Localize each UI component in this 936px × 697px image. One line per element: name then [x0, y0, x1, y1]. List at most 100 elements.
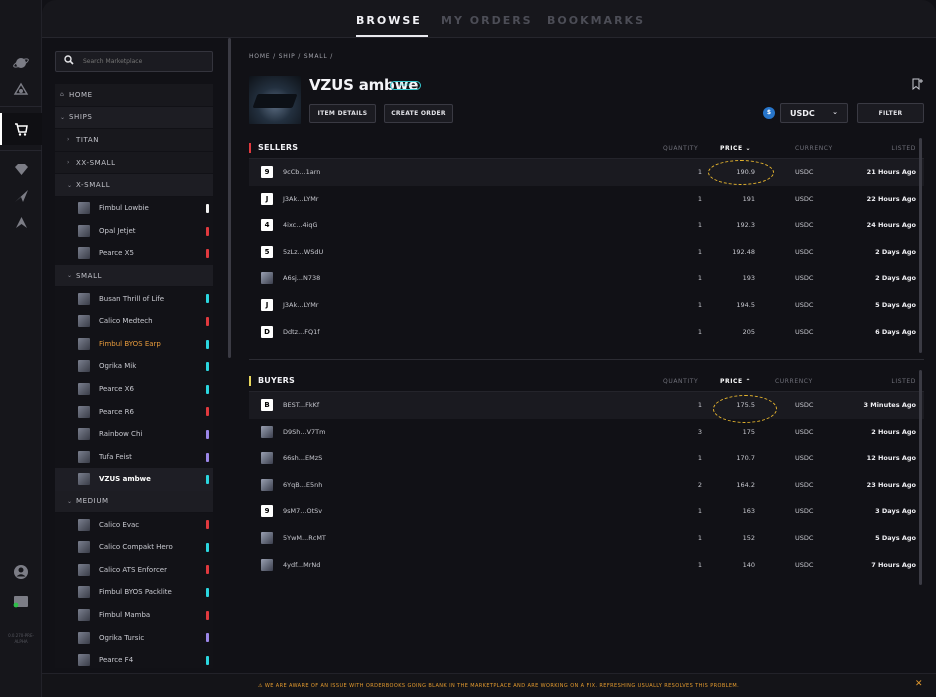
order-row[interactable]: J J3Ak...LYMr 1 194.5 USDC 5 Days Ago	[249, 292, 924, 319]
filter-button[interactable]: FILTER	[857, 103, 924, 123]
sidebar-item-ship[interactable]: Opal Jetjet	[55, 219, 213, 243]
sidebar-item-ship[interactable]: Pearce R6	[55, 400, 213, 423]
order-row[interactable]: 5 5zLz...WSdU 1 192.48 USDC 2 Days Ago	[249, 239, 924, 266]
sidebar-item-ship[interactable]: Calico ATS Enforcer	[55, 558, 213, 582]
currency-column-header[interactable]: CURRENCY	[775, 378, 813, 385]
sidebar-item-ship[interactable]: Fimbul BYOS Earp	[55, 332, 213, 356]
sidebar-item-label: Calico Evac	[99, 520, 140, 529]
order-row[interactable]: 9 9cCb...1arn 1 190.9 USDC 21 Hours Ago	[249, 159, 924, 186]
ship-icon[interactable]	[10, 185, 32, 207]
chevron-right-icon: ›	[67, 136, 70, 144]
listed-cell: 5 Days Ago	[875, 533, 916, 542]
order-row[interactable]: 6YqB...E5nh 2 164.2 USDC 23 Hours Ago	[249, 472, 924, 499]
search-box[interactable]	[55, 51, 213, 72]
home-icon: ⌂	[60, 91, 65, 99]
avatar: D	[261, 325, 273, 338]
avatar: 9	[261, 505, 273, 518]
sidebar-item-ship[interactable]: Tufa Feist	[55, 445, 213, 469]
sidebar-item-x-small[interactable]: ⌄ X-SMALL	[55, 174, 213, 197]
diamond-icon[interactable]	[10, 158, 32, 180]
sidebar-item-ship[interactable]: Calico Evac	[55, 513, 213, 536]
sidebar-item-ship[interactable]: Fimbul Lowbie	[55, 196, 213, 220]
sidebar-item-titan[interactable]: › TITAN	[55, 129, 213, 152]
wallet-icon[interactable]	[10, 590, 32, 612]
logo-icon[interactable]	[10, 211, 32, 233]
order-row[interactable]: 9 9sM7...OtSv 1 163 USDC 3 Days Ago	[249, 498, 924, 525]
order-row[interactable]: 4ydf...MrNd 1 140 USDC 7 Hours Ago	[249, 552, 924, 579]
price-column-header[interactable]: PRICE ⌄	[720, 145, 751, 152]
ship-thumbnail	[78, 360, 90, 373]
rarity-indicator	[206, 452, 209, 462]
quantity-column-header[interactable]: QUANTITY	[663, 378, 698, 385]
cart-icon[interactable]	[10, 118, 32, 140]
version-label: 0.0.270-PRE-ALPHA	[8, 633, 34, 644]
currency-column-header[interactable]: CURRENCY	[795, 145, 833, 152]
search-input[interactable]	[83, 55, 208, 68]
listed-column-header[interactable]: LISTED	[891, 145, 916, 152]
buyers-table: B BEST...FkKf 1 175.5 USDC 3 Minutes Ago D9Sh.…	[249, 392, 924, 578]
quantity-column-header[interactable]: QUANTITY	[663, 145, 698, 152]
sidebar-item-ship[interactable]: Fimbul BYOS Packlite	[55, 581, 213, 604]
ship-thumbnail	[78, 586, 90, 599]
price-cell: 194.5	[736, 300, 755, 309]
price-column-header[interactable]: PRICE ⌃	[720, 378, 751, 385]
avatar	[261, 272, 273, 285]
quantity-cell: 1	[697, 168, 702, 176]
order-row[interactable]: J J3Ak...LYMr 1 191 USDC 22 Hours Ago	[249, 186, 924, 213]
sidebar-item-ship[interactable]: Pearce F4	[55, 648, 213, 668]
sidebar-item-ship[interactable]: Calico Compakt Hero	[55, 535, 213, 559]
sidebar-item-home[interactable]: ⌂ HOME	[55, 84, 213, 107]
rarity-indicator	[206, 226, 209, 236]
tab-bookmarks[interactable]: BOOKMARKS	[547, 14, 645, 27]
planet-icon[interactable]	[10, 52, 32, 74]
avatar	[261, 531, 273, 544]
rarity-indicator	[206, 407, 209, 417]
sidebar-item-ship[interactable]: Pearce X5	[55, 242, 213, 265]
sidebar-item-ship[interactable]: VZUS ambwe	[55, 468, 213, 491]
sidebar-scrollbar[interactable]	[228, 38, 231, 358]
avatar	[261, 478, 273, 491]
sidebar-item-ship[interactable]: Pearce X6	[55, 377, 213, 401]
sidebar-item-ship[interactable]: Fimbul Mamba	[55, 603, 213, 627]
buyers-title: BUYERS	[258, 376, 295, 385]
quantity-cell: 1	[697, 327, 702, 336]
create-order-button[interactable]: CREATE ORDER	[384, 104, 453, 123]
profile-icon[interactable]	[10, 561, 32, 583]
bookmark-icon[interactable]	[911, 78, 923, 91]
order-row[interactable]: B BEST...FkKf 1 175.5 USDC 3 Minutes Ago	[249, 392, 924, 419]
breadcrumb[interactable]: HOME / SHIP / SMALL /	[249, 53, 333, 60]
sidebar-item-label: Rainbow Chi	[99, 430, 143, 439]
rarity-indicator	[206, 633, 209, 643]
sidebar-item-ship[interactable]: Rainbow Chi	[55, 422, 213, 446]
sidebar-item-ship[interactable]: Busan Thrill of Life	[55, 287, 213, 310]
tab-my-orders[interactable]: MY ORDERS	[441, 14, 533, 27]
order-row[interactable]: A6sj...N738 1 193 USDC 2 Days Ago	[249, 265, 924, 292]
listed-cell: 7 Hours Ago	[871, 560, 916, 569]
sidebar-item-label: SMALL	[76, 271, 103, 280]
sidebar-item-medium[interactable]: ⌄ MEDIUM	[55, 490, 213, 514]
tab-browse[interactable]: BROWSE	[356, 14, 422, 27]
chevron-down-icon: ⌄	[67, 497, 73, 505]
sidebar-item-ship[interactable]: Calico Medtech	[55, 309, 213, 333]
listed-column-header[interactable]: LISTED	[891, 378, 916, 385]
close-icon[interactable]: ✕	[915, 679, 923, 689]
currency-select[interactable]: USDC ⌄	[780, 103, 848, 123]
sidebar-item-ships[interactable]: ⌄ SHIPS	[55, 106, 213, 130]
order-row[interactable]: 5YwM...RcMT 1 152 USDC 5 Days Ago	[249, 525, 924, 552]
item-details-button[interactable]: ITEM DETAILS	[309, 104, 376, 123]
sellers-scrollbar[interactable]	[919, 138, 922, 353]
trader-name: 66sh...EMzS	[283, 454, 323, 463]
order-row[interactable]: 66sh...EMzS 1 170.7 USDC 12 Hours Ago	[249, 445, 924, 472]
sidebar-item-small[interactable]: ⌄ SMALL	[55, 264, 213, 288]
order-row[interactable]: 4 4ixc...4iqG 1 192.3 USDC 24 Hours Ago	[249, 212, 924, 239]
radar-icon[interactable]	[10, 78, 32, 100]
buyers-scrollbar[interactable]	[919, 370, 922, 585]
rarity-indicator	[206, 542, 209, 552]
sidebar-item-xx-small[interactable]: › XX-SMALL	[55, 151, 213, 175]
order-row[interactable]: D9Sh...V7Tm 3 175 USDC 2 Hours Ago	[249, 419, 924, 446]
sidebar-item-ship[interactable]: Ogrika Tursic	[55, 626, 213, 649]
sidebar-item-label: Pearce F4	[99, 656, 134, 665]
sidebar-item-ship[interactable]: Ogrika Mik	[55, 355, 213, 378]
order-row[interactable]: D Ddtz...FQ1f 1 205 USDC 6 Days Ago	[249, 319, 924, 346]
buyers-section: BUYERS QUANTITY PRICE ⌃ CURRENCY LISTED …	[249, 370, 924, 578]
